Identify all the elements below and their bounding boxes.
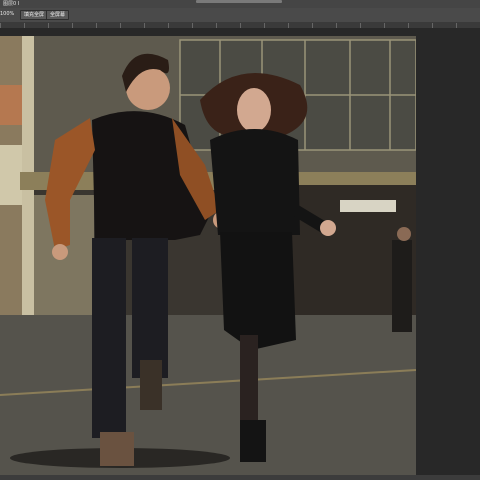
- full-screen-button[interactable]: 全屏幕: [46, 10, 70, 20]
- image-canvas[interactable]: [0, 36, 416, 475]
- document-tab-label[interactable]: 图层0 I: [3, 0, 19, 8]
- status-bar: [0, 475, 480, 480]
- menubar: 图层0 I: [0, 0, 480, 8]
- options-bar: [0, 8, 480, 23]
- canvas-gutter: [416, 36, 480, 475]
- photo-running-couple: [0, 36, 416, 475]
- fill-screen-button[interactable]: 填充全屏: [20, 10, 49, 20]
- zoom-field[interactable]: 100%: [0, 10, 14, 18]
- horizontal-ruler: [0, 23, 480, 28]
- title-strip: [196, 0, 282, 3]
